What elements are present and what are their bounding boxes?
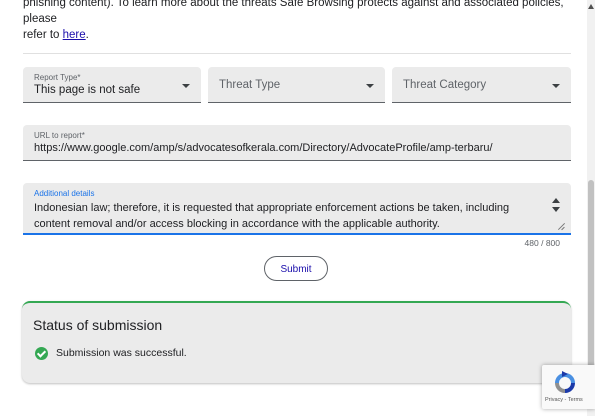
recaptcha-badge[interactable]: Privacy - Terms xyxy=(542,365,595,409)
intro-line-2-suffix: . xyxy=(85,29,89,41)
additional-details-label: Additional details xyxy=(34,189,95,198)
threat-type-placeholder: Threat Type xyxy=(219,79,281,91)
url-label: URL to report* xyxy=(34,131,85,140)
intro-line-2: refer to here. xyxy=(23,27,571,43)
scroll-up-arrow-icon[interactable] xyxy=(588,4,594,9)
chevron-down-icon xyxy=(366,84,374,88)
submit-button[interactable]: Submit xyxy=(264,256,328,281)
resize-handle-icon[interactable] xyxy=(558,223,565,230)
url-field[interactable]: URL to report* https://www.google.com/am… xyxy=(23,125,571,161)
character-counter: 480 / 800 xyxy=(524,238,560,248)
intro-text: phishing content). To learn more about t… xyxy=(23,0,571,43)
chevron-down-icon xyxy=(182,84,190,88)
textarea-scroll-arrows-icon[interactable] xyxy=(551,198,561,214)
report-type-select[interactable]: Report Type* This page is not safe xyxy=(23,67,201,103)
status-message: Submission was successful. xyxy=(56,347,187,359)
threat-type-select[interactable]: Threat Type xyxy=(208,67,385,103)
check-circle-icon xyxy=(35,347,48,360)
status-title: Status of submission xyxy=(33,317,163,333)
threat-category-select[interactable]: Threat Category xyxy=(392,67,571,103)
section-divider xyxy=(23,53,571,54)
intro-line-1: phishing content). To learn more about t… xyxy=(23,0,564,25)
url-value: https://www.google.com/amp/s/advocatesof… xyxy=(34,142,493,154)
intro-line-2-prefix: refer to xyxy=(23,29,60,41)
chevron-down-icon xyxy=(552,84,560,88)
recaptcha-terms[interactable]: Privacy - Terms xyxy=(545,397,583,403)
additional-details-text: Indonesian law; therefore, it is request… xyxy=(34,202,510,230)
here-link[interactable]: here xyxy=(63,29,86,41)
report-type-label: Report Type* xyxy=(34,73,81,82)
additional-details-textarea[interactable]: Additional details Indonesian law; there… xyxy=(23,183,571,235)
threat-category-placeholder: Threat Category xyxy=(403,79,487,91)
status-panel: Status of submission Submission was succ… xyxy=(22,301,571,383)
report-type-value: This page is not safe xyxy=(34,84,141,96)
page-scrollbar[interactable] xyxy=(587,0,595,416)
recaptcha-logo-icon xyxy=(555,371,575,393)
